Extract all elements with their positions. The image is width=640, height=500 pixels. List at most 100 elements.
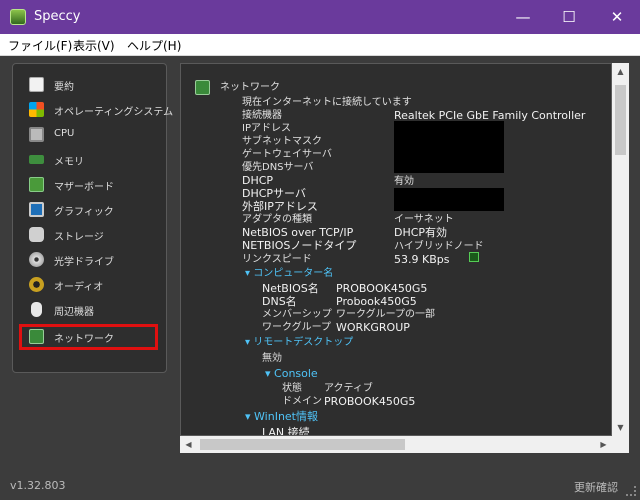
sidebar-item-cpu[interactable]: CPU: [21, 124, 156, 146]
menu-view[interactable]: 表示(V): [73, 37, 115, 54]
details-panel: ネットワーク 現在インターネットに接続しています 接続機器 Realtek PC…: [180, 63, 612, 436]
lan-connection: LAN 接続: [262, 426, 310, 436]
motherboard-icon: [29, 177, 44, 192]
expand-wininet[interactable]: ▾ WinInet情報: [245, 410, 318, 423]
prop-label: DHCPサーバ: [242, 187, 306, 200]
link-status-indicator: [469, 252, 479, 262]
memory-icon: [29, 155, 44, 164]
sidebar-item-motherboard[interactable]: マザーボード: [21, 174, 156, 196]
menu-bar: ファイル(F) 表示(V) ヘルプ(H): [0, 34, 640, 56]
sidebar-item-optical[interactable]: 光学ドライブ: [21, 249, 156, 271]
sidebar-item-label: オーディオ: [54, 282, 104, 293]
summary-icon: [29, 77, 44, 92]
scroll-right-button[interactable]: ▶: [595, 436, 612, 453]
sidebar-item-label: ネットワーク: [54, 334, 114, 345]
sidebar-item-label: メモリ: [54, 157, 84, 168]
sidebar-item-graphics[interactable]: グラフィック: [21, 199, 156, 221]
window-title: Speccy: [34, 9, 81, 24]
prop-label: ゲートウェイサーバ: [242, 149, 332, 160]
prop-label: DHCP: [242, 174, 274, 187]
sidebar-item-audio[interactable]: オーディオ: [21, 274, 156, 296]
redacted-block: [394, 121, 504, 173]
sidebar-item-network[interactable]: ネットワーク: [19, 324, 158, 350]
sidebar-item-label: オペレーティングシステム: [54, 107, 174, 118]
prop-label: DNS名: [262, 295, 297, 308]
sidebar: 要約 オペレーティングシステム CPU メモリ マザーボード グラフィック スト…: [12, 63, 173, 373]
vertical-scrollbar[interactable]: ▲ ▼: [612, 63, 629, 436]
cpu-icon: [29, 127, 44, 142]
vertical-scroll-thumb[interactable]: [615, 85, 626, 155]
prop-value: イーサネット: [394, 214, 454, 225]
maximize-button[interactable]: ☐: [546, 0, 592, 34]
prop-label: 接続機器: [242, 110, 282, 121]
speaker-icon: [29, 277, 44, 292]
title-bar: Speccy — ☐ ✕: [0, 0, 640, 34]
scroll-down-button[interactable]: ▼: [612, 419, 629, 436]
section-label: コンピューター名: [253, 268, 334, 279]
sidebar-item-os[interactable]: オペレーティングシステム: [21, 99, 173, 121]
mouse-icon: [31, 302, 42, 317]
prop-label: サブネットマスク: [242, 136, 322, 147]
network-icon: [195, 80, 210, 95]
prop-value: DHCP有効: [394, 226, 448, 239]
prop-label: アダプタの種類: [242, 214, 312, 225]
prop-label: ドメイン: [282, 396, 322, 407]
prop-label: NETBIOSノードタイプ: [242, 239, 357, 252]
resize-grip[interactable]: [626, 486, 636, 496]
sidebar-item-storage[interactable]: ストレージ: [21, 224, 156, 246]
sidebar-item-summary[interactable]: 要約: [21, 74, 156, 96]
scrollbar-corner: [612, 436, 629, 453]
redacted-block: [394, 188, 504, 211]
network-icon: [29, 329, 44, 344]
section-heading: ネットワーク: [220, 82, 280, 93]
prop-label: ワークグループ: [262, 322, 331, 333]
menu-file[interactable]: ファイル(F): [8, 37, 72, 54]
section-label: リモートデスクトップ: [253, 337, 354, 348]
prop-value: PROBOOK450G5: [336, 282, 428, 295]
prop-value: アクティブ: [324, 383, 373, 394]
expand-console[interactable]: ▾ Console: [265, 367, 318, 380]
storage-icon: [29, 227, 44, 242]
prop-label: IPアドレス: [242, 123, 291, 134]
sidebar-item-label: 光学ドライブ: [54, 257, 114, 268]
windows-logo-icon: [29, 102, 44, 117]
horizontal-scrollbar[interactable]: ◀ ▶: [180, 436, 612, 453]
remote-status: 無効: [262, 353, 282, 364]
check-updates-link[interactable]: 更新確認: [574, 479, 618, 495]
scroll-left-button[interactable]: ◀: [180, 436, 197, 453]
close-button[interactable]: ✕: [594, 0, 640, 34]
optical-disc-icon: [29, 252, 44, 267]
expand-remote-desktop[interactable]: ▾ リモートデスクトップ: [245, 336, 353, 349]
connection-status: 現在インターネットに接続しています: [242, 97, 412, 108]
monitor-icon: [29, 202, 44, 217]
prop-label: 優先DNSサーバ: [242, 162, 314, 173]
horizontal-scroll-thumb[interactable]: [200, 439, 405, 450]
sidebar-item-label: マザーボード: [54, 182, 114, 193]
menu-help[interactable]: ヘルプ(H): [127, 37, 181, 54]
prop-label: メンバーシップ: [262, 309, 332, 320]
scroll-up-button[interactable]: ▲: [612, 63, 629, 80]
prop-value: Probook450G5: [336, 295, 417, 308]
sidebar-item-memory[interactable]: メモリ: [21, 149, 156, 171]
prop-label: 外部IPアドレス: [242, 200, 318, 213]
sidebar-item-label: 周辺機器: [54, 307, 94, 318]
speccy-app-icon: [10, 9, 26, 25]
prop-label: NetBIOS over TCP/IP: [242, 226, 354, 239]
prop-value: 53.9 KBps: [394, 253, 450, 266]
sidebar-item-label: CPU: [54, 128, 75, 139]
prop-value: PROBOOK450G5: [324, 395, 416, 408]
sidebar-item-label: 要約: [54, 82, 74, 93]
prop-label: リンクスピード: [242, 254, 312, 265]
version-label: v1.32.803: [10, 479, 66, 492]
sidebar-item-label: ストレージ: [54, 232, 104, 243]
section-label: Console: [274, 367, 318, 380]
prop-value: WORKGROUP: [336, 321, 410, 334]
minimize-button[interactable]: —: [500, 0, 546, 34]
section-label: WinInet情報: [254, 410, 318, 423]
expand-computer-name[interactable]: ▾ コンピューター名: [245, 267, 333, 280]
sidebar-item-peripherals[interactable]: 周辺機器: [21, 299, 156, 321]
prop-value: 有効: [394, 176, 414, 187]
prop-label: 状態: [282, 383, 302, 394]
prop-label: NetBIOS名: [262, 282, 319, 295]
prop-value: ワークグループの一部: [336, 309, 435, 320]
